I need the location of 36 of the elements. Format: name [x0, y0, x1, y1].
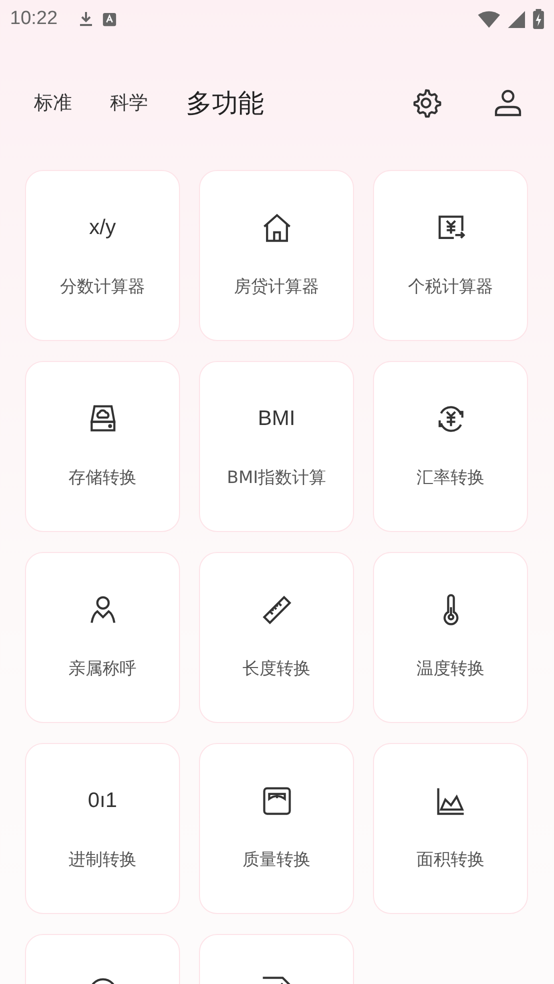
tool-label: 质量转换: [242, 849, 310, 871]
tool-label: 存储转换: [68, 467, 136, 489]
tool-glyph: x/y: [89, 215, 116, 241]
download-icon: [78, 11, 94, 27]
tool-label: 个税计算器: [408, 276, 493, 298]
tool-tile[interactable]: 个税计算器: [373, 170, 528, 341]
tool-label: 面积转换: [416, 849, 484, 871]
tool-tile[interactable]: 存储转换: [25, 361, 180, 532]
mode-tab[interactable]: 标准: [34, 90, 72, 116]
mode-tab[interactable]: 多功能: [186, 86, 264, 120]
tool-label: 分数计算器: [60, 276, 145, 298]
tool-label: 长度转换: [242, 658, 310, 680]
tool-tile[interactable]: 质量转换: [199, 743, 354, 914]
battery-icon: [533, 9, 544, 29]
tool-glyph: 0ı1: [88, 788, 118, 814]
wifi-icon: [478, 10, 500, 28]
status-time: 10:22: [10, 8, 58, 30]
tool-label: 进制转换: [68, 849, 136, 871]
tool-tile[interactable]: 长度转换: [199, 552, 354, 723]
tool-tile[interactable]: 0ı1 进制转换: [25, 743, 180, 914]
tool-tile[interactable]: x/y 分数计算器: [25, 170, 180, 341]
tool-tile[interactable]: 汇率转换: [373, 361, 528, 532]
user-icon[interactable]: [492, 87, 524, 119]
mode-tab[interactable]: 科学: [110, 90, 148, 116]
tool-label: BMI指数计算: [226, 467, 326, 489]
tool-label: 温度转换: [416, 658, 484, 680]
tool-label: 汇率转换: [416, 467, 484, 489]
tool-glyph: BMI: [258, 406, 296, 432]
tool-label: 亲属称呼: [68, 658, 136, 680]
tool-label: 房贷计算器: [234, 276, 319, 298]
tool-tile[interactable]: 温度转换: [373, 552, 528, 723]
signal-icon: [508, 10, 525, 28]
tool-tile[interactable]: 房贷计算器: [199, 170, 354, 341]
tool-tile[interactable]: 面积转换: [373, 743, 528, 914]
tool-tile[interactable]: 亲属称呼: [25, 552, 180, 723]
tool-tile[interactable]: BMI BMI指数计算: [199, 361, 354, 532]
